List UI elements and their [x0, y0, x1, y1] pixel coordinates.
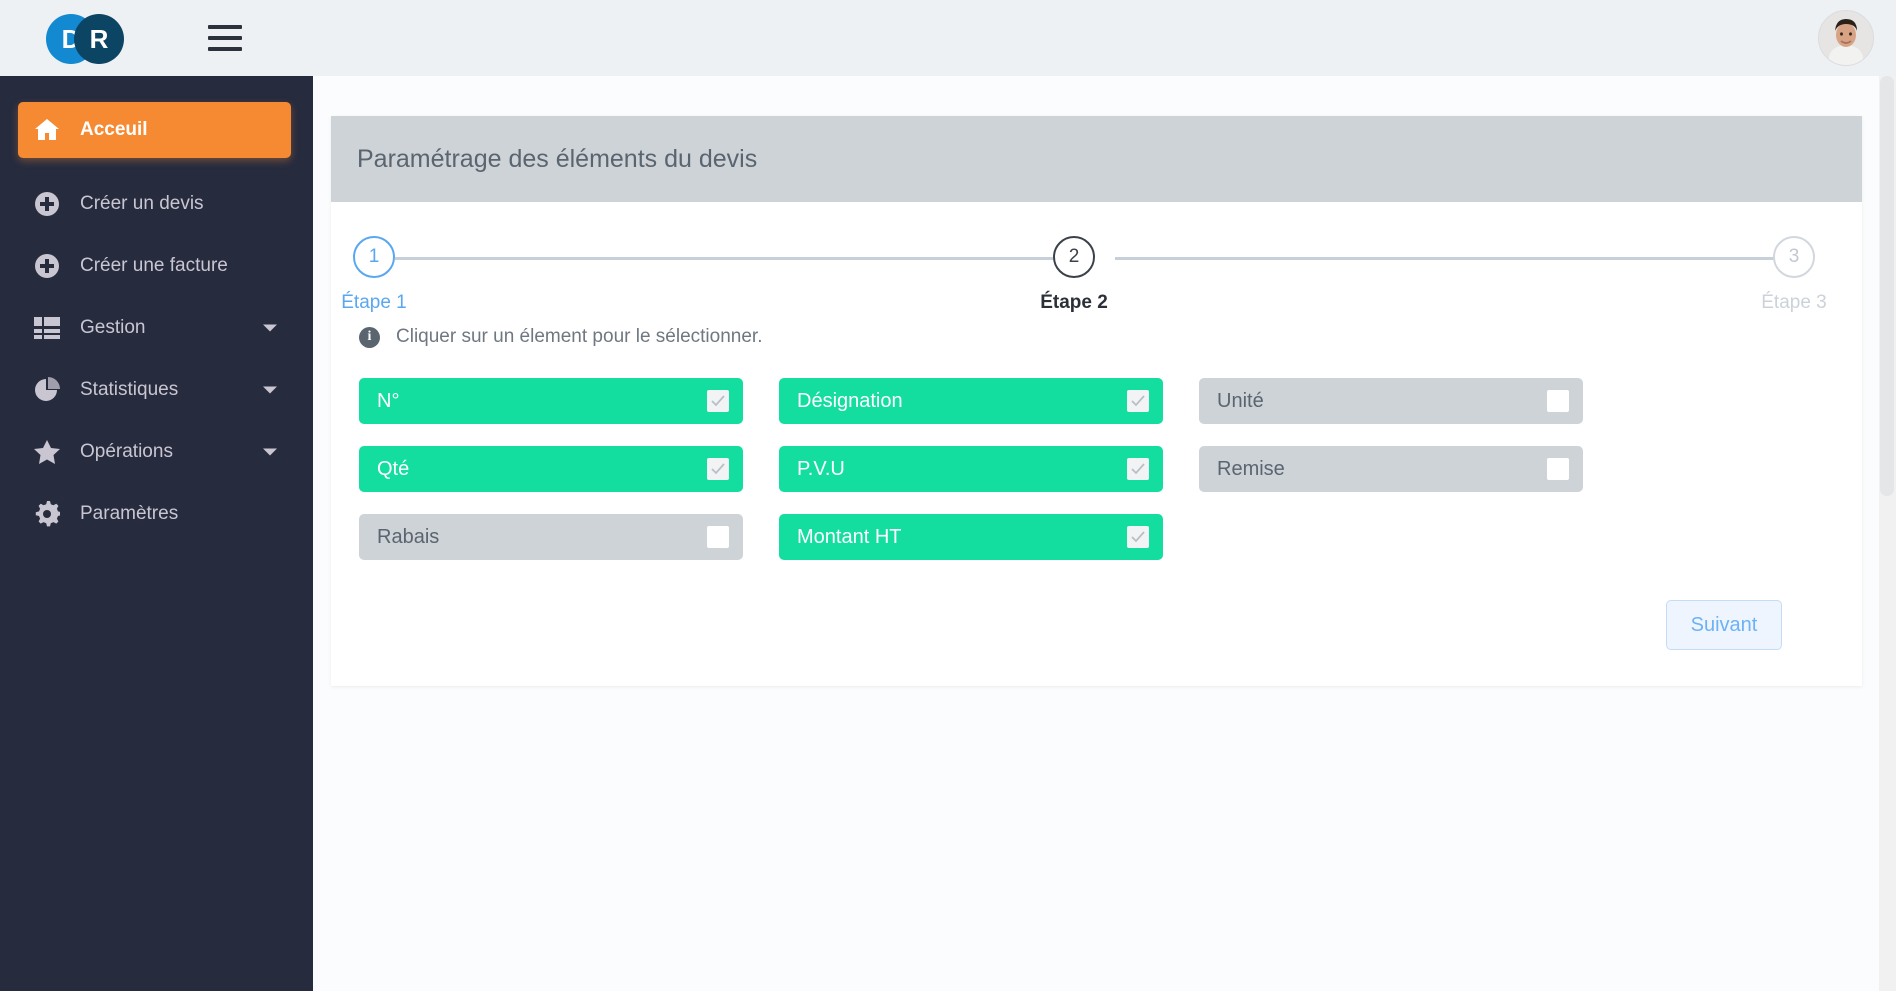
settings-card: Paramétrage des éléments du devis 1 Étap… — [331, 116, 1862, 686]
tile-checkbox-checked[interactable] — [707, 390, 729, 412]
top-bar: D R — [0, 0, 1896, 76]
tile-checkbox-unchecked[interactable] — [1547, 458, 1569, 480]
sidebar-item-gestion[interactable]: Gestion — [18, 300, 291, 356]
home-icon — [30, 115, 64, 145]
tile-label: Remise — [1217, 457, 1285, 480]
chevron-down-icon[interactable] — [263, 386, 277, 394]
sidebar-item-creer-une-facture[interactable]: Créer une facture — [18, 238, 291, 294]
tile-label: Rabais — [377, 525, 440, 548]
sidebar-item-label: Créer une facture — [80, 255, 228, 276]
page-title: Paramétrage des éléments du devis — [331, 116, 1862, 202]
star-icon — [30, 437, 64, 467]
element-tile-montant-ht[interactable]: Montant HT — [779, 514, 1163, 560]
sidebar-item-operations[interactable]: Opérations — [18, 424, 291, 480]
logo-circle-r: R — [74, 14, 124, 64]
user-avatar-icon — [1819, 11, 1873, 65]
sidebar-item-label: Créer un devis — [80, 193, 204, 214]
tile-checkbox-checked[interactable] — [1127, 390, 1149, 412]
tile-label: N° — [377, 389, 400, 412]
step-number: 2 — [1053, 236, 1095, 278]
element-tile-placeholder — [1199, 514, 1583, 560]
stepper-line-1 — [395, 257, 1075, 260]
element-tile-pvu[interactable]: P.V.U — [779, 446, 1163, 492]
app-root: D R Acceuil Créer un devis Créer une fac… — [0, 0, 1896, 991]
element-tile-numero[interactable]: N° — [359, 378, 743, 424]
sidebar-item-creer-un-devis[interactable]: Créer un devis — [18, 176, 291, 232]
card-body: 1 Étape 1 2 Étape 2 3 Étape 3 i Cliquer … — [331, 202, 1862, 686]
sidebar-item-label: Gestion — [80, 317, 146, 338]
tile-label: Qté — [377, 457, 410, 480]
tile-label: P.V.U — [797, 457, 845, 480]
tile-label: Montant HT — [797, 525, 902, 548]
vertical-scrollbar[interactable] — [1879, 76, 1896, 991]
stepper-step-2[interactable]: 2 Étape 2 — [1014, 236, 1134, 314]
tile-checkbox-unchecked[interactable] — [707, 526, 729, 548]
card-footer: Suivant — [355, 600, 1838, 650]
hamburger-bar — [208, 25, 242, 29]
tile-checkbox-unchecked[interactable] — [1547, 390, 1569, 412]
element-tile-remise[interactable]: Remise — [1199, 446, 1583, 492]
stepper-line-2 — [1115, 257, 1795, 260]
sidebar-item-acceuil[interactable]: Acceuil — [18, 102, 291, 158]
tile-label: Unité — [1217, 389, 1264, 412]
tile-checkbox-checked[interactable] — [1127, 526, 1149, 548]
chevron-down-icon[interactable] — [263, 324, 277, 332]
tile-label: Désignation — [797, 389, 903, 412]
step-label: Étape 2 — [1040, 292, 1108, 313]
step-number: 3 — [1773, 236, 1815, 278]
sidebar-item-label: Paramètres — [80, 503, 179, 524]
main-content: Paramétrage des éléments du devis 1 Étap… — [313, 76, 1896, 991]
step-number: 1 — [353, 236, 395, 278]
list-icon — [30, 313, 64, 343]
sidebar-item-parametres[interactable]: Paramètres — [18, 486, 291, 542]
element-tile-grid: N° Désignation Unité Qté P.V.U Remise Ra… — [355, 378, 1838, 560]
hamburger-icon[interactable] — [208, 25, 242, 51]
info-hint-text: Cliquer sur un élement pour le sélection… — [396, 326, 763, 347]
next-button[interactable]: Suivant — [1666, 600, 1782, 650]
avatar[interactable] — [1818, 10, 1874, 66]
plus-circle-icon — [30, 189, 64, 219]
element-tile-rabais[interactable]: Rabais — [359, 514, 743, 560]
info-hint: i Cliquer sur un élement pour le sélecti… — [359, 326, 1838, 348]
sidebar-item-label: Opérations — [80, 441, 173, 462]
stepper-step-3: 3 Étape 3 — [1734, 236, 1854, 314]
tile-checkbox-checked[interactable] — [1127, 458, 1149, 480]
element-tile-unite[interactable]: Unité — [1199, 378, 1583, 424]
step-label: Étape 1 — [341, 292, 407, 313]
plus-circle-icon — [30, 251, 64, 281]
gear-icon — [30, 499, 64, 529]
sidebar-item-label: Statistiques — [80, 379, 179, 400]
pie-chart-icon — [30, 375, 64, 405]
tile-checkbox-checked[interactable] — [707, 458, 729, 480]
sidebar: Acceuil Créer un devis Créer une facture… — [0, 76, 313, 991]
hamburger-bar — [208, 36, 242, 40]
hamburger-bar — [208, 47, 242, 51]
step-label: Étape 3 — [1761, 292, 1827, 313]
chevron-down-icon[interactable] — [263, 448, 277, 456]
element-tile-qte[interactable]: Qté — [359, 446, 743, 492]
element-tile-designation[interactable]: Désignation — [779, 378, 1163, 424]
stepper: 1 Étape 1 2 Étape 2 3 Étape 3 — [341, 236, 1836, 316]
info-icon: i — [359, 326, 380, 348]
sidebar-item-label: Acceuil — [80, 119, 148, 140]
sidebar-item-statistiques[interactable]: Statistiques — [18, 362, 291, 418]
app-logo[interactable]: D R — [38, 8, 142, 68]
stepper-step-1[interactable]: 1 Étape 1 — [314, 236, 434, 314]
scrollbar-thumb[interactable] — [1880, 76, 1894, 496]
